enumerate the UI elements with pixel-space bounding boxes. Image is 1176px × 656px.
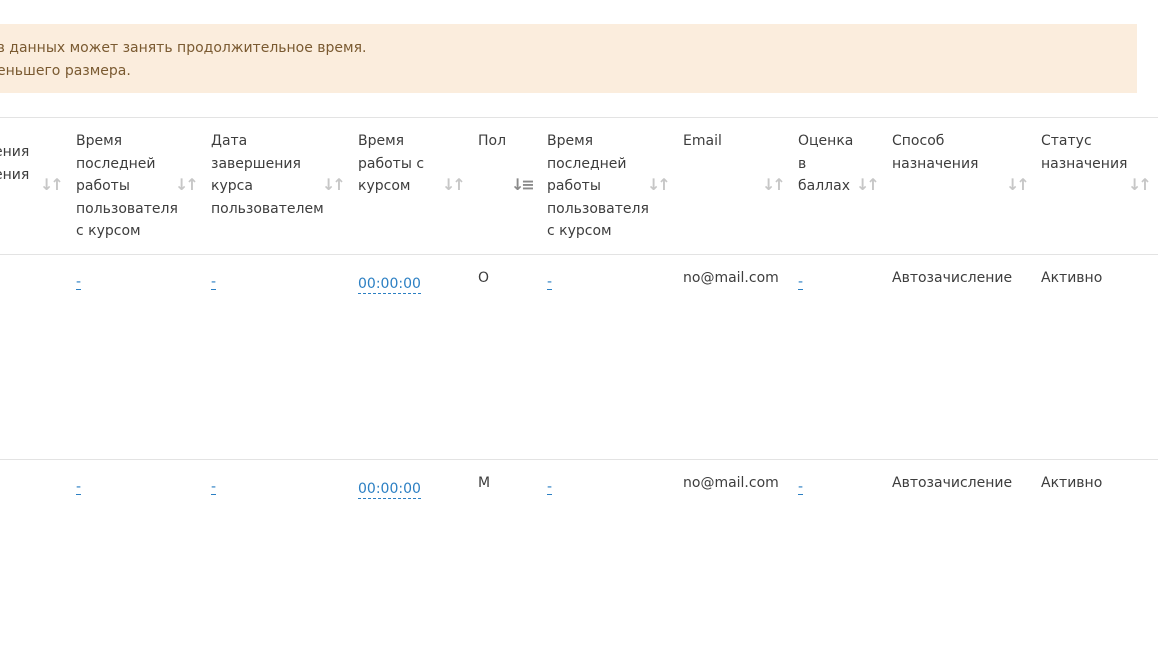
gender-cell: О [478, 270, 490, 286]
email-cell: no@mail.com [683, 270, 779, 286]
column-header-label: Email [683, 133, 722, 149]
column-header-label: Способ назначения [892, 133, 979, 172]
sort-arrows-icon[interactable]: ↓↑ [442, 175, 466, 194]
vertical-scrollbar[interactable] [1158, 0, 1176, 656]
column-header-label: Пол [478, 133, 507, 149]
status-cell: Активно [1041, 270, 1103, 286]
column-header-partial[interactable]: ения ения : [0, 130, 29, 209]
sort-arrows-icon[interactable]: ↓↑ [856, 175, 880, 194]
column-header-work-time[interactable]: Время работы с курсом [358, 130, 424, 198]
table-header-top-border [0, 117, 1158, 118]
sort-descending-icon[interactable]: ↓≡ [511, 175, 535, 194]
alert-text-line-1: ов данных может занять продолжительное в… [0, 40, 367, 56]
table-row-divider [0, 459, 1158, 460]
sort-arrows-icon[interactable]: ↓↑ [175, 175, 199, 194]
sort-arrows-icon[interactable]: ↓↑ [762, 175, 786, 194]
column-header-label: Время последней работы пользователя с ку… [76, 133, 178, 239]
score-link[interactable]: - [798, 275, 804, 290]
column-header-label: Время работы с курсом [358, 133, 425, 194]
column-header-label: Дата завершения курса пользователем [211, 133, 324, 217]
score-link[interactable]: - [798, 480, 804, 495]
column-header-status[interactable]: Статус назначения [1041, 130, 1127, 175]
table-header-bottom-border [0, 254, 1158, 255]
column-header-last-work-2[interactable]: Время последней работы пользователя с ку… [547, 130, 649, 243]
column-header-label: Оценка в баллах [798, 133, 854, 194]
column-header-label: Статус назначения [1041, 133, 1128, 172]
column-header-email[interactable]: Email [683, 130, 722, 153]
finish-date-link[interactable]: - [211, 480, 217, 495]
column-header-last-work-1[interactable]: Время последней работы пользователя с ку… [76, 130, 178, 243]
finish-date-link[interactable]: - [211, 275, 217, 290]
column-header-finish-date[interactable]: Дата завершения курса пользователем [211, 130, 324, 220]
last-work-link[interactable]: - [76, 480, 82, 495]
column-header-label: ения ения : [0, 144, 30, 183]
sort-arrows-icon[interactable]: ↓↑ [40, 175, 64, 194]
status-cell: Активно [1041, 475, 1103, 491]
method-cell: Автозачисление [892, 270, 1013, 286]
method-cell: Автозачисление [892, 475, 1013, 491]
alert-text-line-2: еньшего размера. [0, 63, 131, 79]
sort-arrows-icon[interactable]: ↓↑ [1006, 175, 1030, 194]
last-work-link[interactable]: - [547, 480, 553, 495]
email-cell: no@mail.com [683, 475, 779, 491]
column-header-gender[interactable]: Пол [478, 130, 506, 153]
sort-arrows-icon[interactable]: ↓↑ [647, 175, 671, 194]
last-work-link[interactable]: - [76, 275, 82, 290]
sort-arrows-icon[interactable]: ↓↑ [1128, 175, 1152, 194]
work-time-link[interactable]: 00:00:00 [358, 481, 421, 499]
work-time-link[interactable]: 00:00:00 [358, 276, 421, 294]
gender-cell: М [478, 475, 491, 491]
column-header-score[interactable]: Оценка в баллах [798, 130, 853, 198]
warning-alert: ов данных может занять продолжительное в… [0, 24, 1137, 93]
last-work-link[interactable]: - [547, 275, 553, 290]
column-header-label: Время последней работы пользователя с ку… [547, 133, 649, 239]
column-header-method[interactable]: Способ назначения [892, 130, 978, 175]
sort-arrows-icon[interactable]: ↓↑ [322, 175, 346, 194]
